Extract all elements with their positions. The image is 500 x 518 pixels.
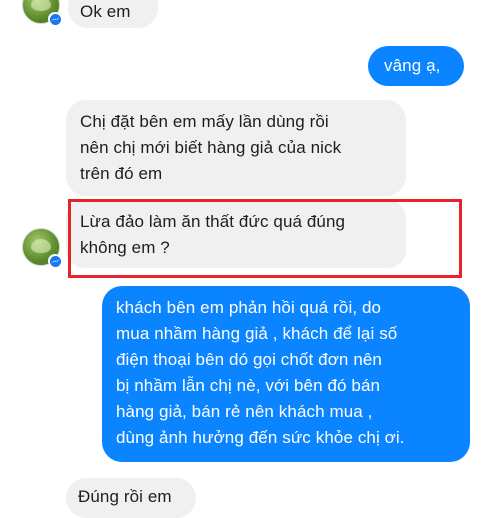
messenger-icon — [48, 254, 62, 268]
message-text: khách bên em phản hồi quá rồi, do mua nh… — [116, 298, 405, 447]
message-bubble-incoming[interactable]: Chị đặt bên em mấy lần dùng rồi nên chị … — [66, 100, 406, 196]
message-bubble-incoming[interactable]: Đúng rồi em — [66, 478, 196, 518]
highlight-box — [68, 199, 462, 278]
message-text: Đúng rồi em — [78, 487, 172, 506]
message-text: vâng ạ, — [384, 56, 441, 75]
contact-avatar[interactable] — [22, 228, 62, 268]
messenger-icon — [48, 12, 62, 26]
message-bubble-outgoing[interactable]: vâng ạ, — [368, 46, 464, 86]
avatar-image — [31, 0, 51, 11]
avatar-image — [31, 239, 51, 253]
message-bubble-incoming[interactable]: Ok em — [68, 0, 158, 28]
contact-avatar-top[interactable] — [22, 0, 62, 26]
message-bubble-outgoing[interactable]: khách bên em phản hồi quá rồi, do mua nh… — [102, 286, 470, 462]
message-text: Ok em — [80, 2, 131, 21]
message-text: Chị đặt bên em mấy lần dùng rồi nên chị … — [80, 112, 342, 183]
